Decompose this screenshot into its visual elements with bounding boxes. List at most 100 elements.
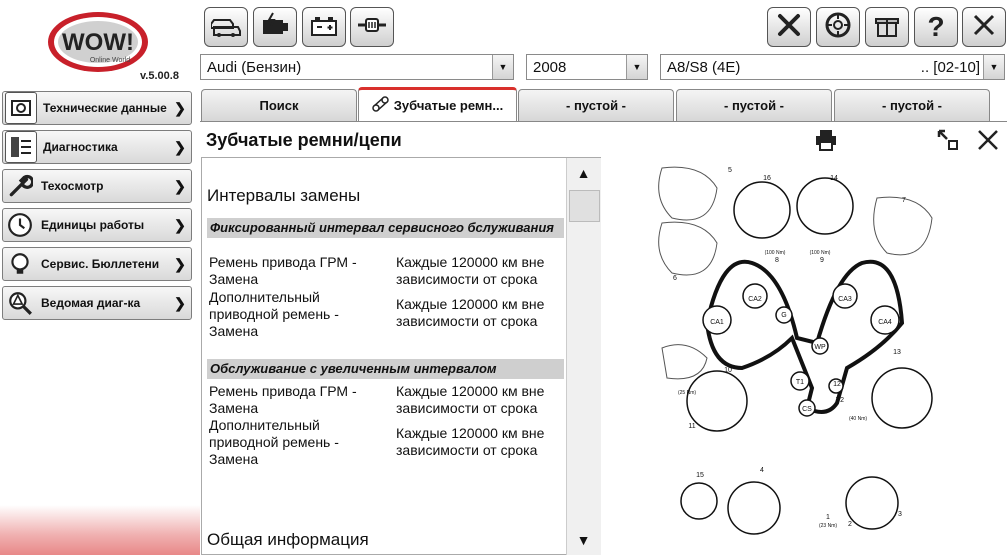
chevron-right-icon: ❯ [174, 138, 186, 155]
tab-timing-belts[interactable]: Зубчатые ремн... [358, 87, 517, 121]
tab-divider [200, 121, 1007, 122]
help-button[interactable]: ? [914, 7, 958, 47]
svg-text:CA4: CA4 [878, 319, 892, 326]
wrench-icon [5, 171, 35, 201]
year-select[interactable]: 2008 ▼ [526, 54, 648, 80]
tab-empty-2[interactable]: - пустой - [676, 89, 832, 121]
tab-label: - пустой - [882, 98, 942, 113]
print-button[interactable] [812, 128, 840, 156]
group-header-extended: Обслуживание с увеличенным интервалом [207, 359, 564, 379]
battery-button[interactable] [302, 7, 346, 47]
svg-text:1: 1 [826, 514, 830, 521]
group-header-fixed: Фиксированный интервал сервисного бслужи… [207, 218, 564, 238]
sidebar-item-label: Диагностика [43, 140, 118, 154]
chevron-right-icon: ❯ [174, 177, 186, 194]
chevron-down-icon[interactable]: ▼ [492, 55, 513, 79]
expand-icon [937, 129, 959, 156]
interval-item: Дополнительный приводной ремень - Замена [209, 289, 339, 339]
scroll-up-icon[interactable]: ▲ [567, 158, 600, 188]
engine-button[interactable] [253, 7, 297, 47]
svg-text:T2: T2 [836, 397, 844, 404]
svg-text:8: 8 [775, 257, 779, 264]
svg-text:13: 13 [893, 349, 901, 356]
model-select[interactable]: A8/S8 (4E) .. [02-10] ▼ [660, 54, 1005, 80]
interval-item: Ремень привода ГРМ - Замена [209, 383, 357, 416]
bulb-icon [5, 249, 35, 279]
logo-subtext: Online World [90, 57, 130, 64]
sidebar-item-label: Сервис. Бюллетени [41, 257, 160, 271]
connector-icon [356, 12, 388, 43]
printer-icon [814, 129, 838, 156]
sidebar-item-label: Ведомая диаг-ка [41, 296, 141, 310]
tab-label: Зубчатые ремн... [393, 98, 504, 113]
gift-icon [873, 11, 901, 44]
chevron-right-icon: ❯ [174, 99, 186, 116]
engine-icon [259, 12, 291, 43]
sidebar-item-service-bulletins[interactable]: Сервис. Бюллетени ❯ [2, 247, 192, 281]
make-select-value: Audi (Бензин) [207, 58, 302, 76]
tools-button[interactable] [767, 7, 811, 47]
engine-data-icon [5, 92, 37, 124]
logo-text: WOW! [62, 29, 134, 56]
cars-button[interactable] [204, 7, 248, 47]
scroll-down-icon[interactable]: ▼ [567, 525, 600, 555]
support-button[interactable] [816, 7, 860, 47]
svg-text:6: 6 [673, 275, 677, 282]
svg-text:9: 9 [820, 257, 824, 264]
interval-value: Каждые 120000 км вне зависимости от срок… [396, 383, 545, 416]
tab-label: Поиск [259, 98, 299, 113]
chevron-down-icon[interactable]: ▼ [626, 55, 647, 79]
chevron-right-icon: ❯ [174, 216, 186, 233]
interval-value: Каждые 120000 км вне зависимости от срок… [396, 254, 545, 287]
gift-button[interactable] [865, 7, 909, 47]
maximize-button[interactable] [934, 128, 962, 156]
scroll-thumb[interactable] [569, 190, 600, 222]
svg-text:(23 Nm): (23 Nm) [819, 523, 837, 529]
battery-icon [308, 12, 340, 43]
interval-item: Ремень привода ГРМ - Замена [209, 254, 357, 287]
tab-label: - пустой - [566, 98, 626, 113]
diagram-labels: 5 16 14 7 6 8 9 CA2 CA3 G CA1 CA4 WP 10 … [673, 167, 906, 528]
close-button[interactable] [962, 7, 1006, 47]
sidebar-item-inspection[interactable]: Техосмотр ❯ [2, 169, 192, 203]
tab-search[interactable]: Поиск [201, 89, 357, 121]
svg-text:10: 10 [724, 367, 732, 374]
svg-text:16: 16 [763, 175, 771, 182]
svg-text:G: G [781, 312, 786, 319]
cars-icon [210, 12, 241, 43]
chevron-down-icon[interactable]: ▼ [983, 55, 1004, 79]
section-title-intervals: Интервалы замены [207, 186, 361, 205]
svg-text:(25 Nm): (25 Nm) [678, 390, 696, 396]
intervals-panel[interactable]: Интервалы замены Фиксированный интервал … [201, 157, 601, 555]
svg-text:3: 3 [898, 511, 902, 518]
close-icon [977, 129, 999, 156]
svg-text:CS: CS [802, 406, 812, 413]
tab-label: - пустой - [724, 98, 784, 113]
sidebar-item-guided-diagnostics[interactable]: Ведомая диаг-ка ❯ [2, 286, 192, 320]
sidebar-footer-gradient [0, 505, 200, 555]
svg-text:12: 12 [833, 381, 841, 388]
svg-text:CA2: CA2 [748, 296, 762, 303]
sidebar-item-tech-data[interactable]: Технические данные ❯ [2, 91, 192, 125]
chevron-right-icon: ❯ [174, 294, 186, 311]
interval-item: Дополнительный приводной ремень - Замена [209, 417, 339, 467]
svg-text:11: 11 [688, 423, 695, 430]
sidebar-item-work-units[interactable]: Единицы работы ❯ [2, 208, 192, 242]
svg-text:CA3: CA3 [838, 296, 852, 303]
tab-empty-1[interactable]: - пустой - [518, 89, 674, 121]
panel-scrollbar[interactable]: ▲ ▼ [566, 158, 601, 555]
make-select[interactable]: Audi (Бензин) ▼ [200, 54, 514, 80]
svg-text:15: 15 [696, 472, 704, 479]
interval-value: Каждые 120000 км вне зависимости от срок… [396, 425, 545, 458]
svg-text:2: 2 [848, 521, 852, 528]
svg-text:(100 Nm): (100 Nm) [810, 250, 831, 256]
close-panel-button[interactable] [974, 128, 1002, 156]
sidebar-item-diagnostics[interactable]: Диагностика ❯ [2, 130, 192, 164]
tab-empty-3[interactable]: - пустой - [834, 89, 990, 121]
connector-button[interactable] [350, 7, 394, 47]
model-range: .. [02-10] [920, 58, 980, 76]
belt-icon [372, 95, 390, 116]
sidebar-item-label: Единицы работы [41, 218, 145, 232]
timing-belt-diagram: 5 16 14 7 6 8 9 CA2 CA3 G CA1 CA4 WP 10 … [612, 158, 1007, 555]
svg-text:(100 Nm): (100 Nm) [765, 250, 786, 256]
